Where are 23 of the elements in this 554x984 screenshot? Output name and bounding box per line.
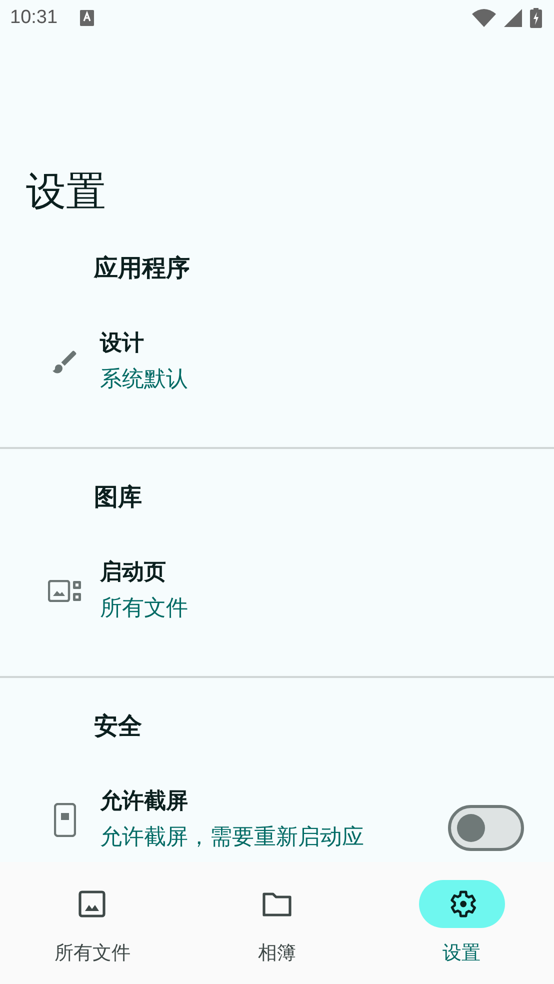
image-icon — [77, 889, 108, 919]
folder-icon — [260, 890, 293, 918]
gallery-icon — [48, 580, 82, 602]
item-subtitle: 允许截屏，需要重新启动应 — [100, 824, 365, 852]
item-title: 启动页 — [100, 559, 167, 587]
battery-icon — [530, 8, 542, 28]
item-title: 允许截屏 — [100, 788, 189, 816]
section-header: 应用程序 — [92, 253, 191, 284]
wifi-icon — [472, 8, 496, 28]
item-title: 设计 — [100, 330, 145, 358]
nav-tab[interactable]: 所有文件 — [22, 862, 162, 984]
section-header: 图库 — [93, 482, 143, 513]
phone-lock-icon — [54, 803, 76, 837]
nav-tab[interactable]: 设置 — [392, 862, 532, 984]
toggle-switch[interactable] — [448, 805, 524, 851]
signal-icon — [504, 9, 522, 27]
nav-tab[interactable]: 相簿 — [206, 862, 347, 984]
item-subtitle: 系统默认 — [100, 366, 189, 394]
status-time: 10:31 — [10, 7, 58, 29]
page-title: 设置 — [25, 168, 107, 217]
section-header: 安全 — [93, 711, 143, 742]
item-subtitle: 所有文件 — [100, 595, 189, 623]
keyboard-icon — [80, 10, 94, 26]
